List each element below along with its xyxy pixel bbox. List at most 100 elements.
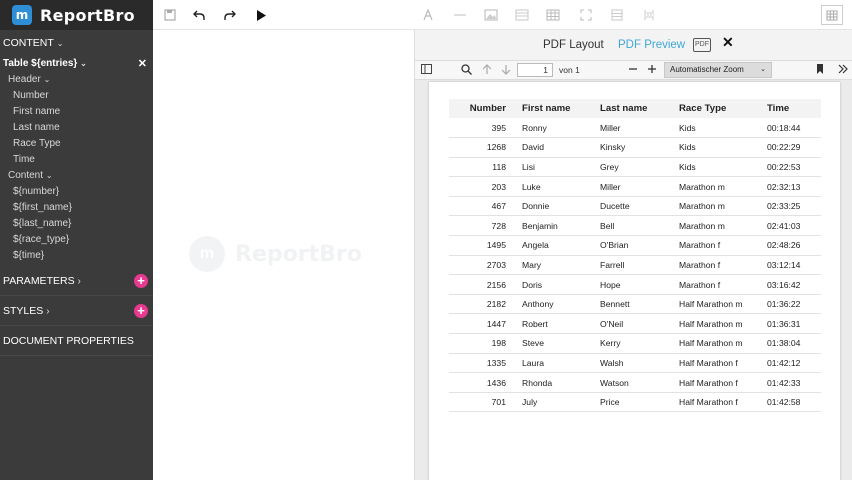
col-header-time: Time (767, 99, 821, 118)
table-row: 467 Donnie Ducette Marathon m 02:33:25 (449, 196, 821, 217)
tree-item-content-race-type[interactable]: ${race_type} (0, 232, 153, 248)
table-row: 118 Lisi Grey Kids 00:22:53 (449, 157, 821, 178)
cell-time: 01:42:58 (767, 392, 821, 413)
previous-page-icon[interactable] (482, 64, 492, 78)
cell-first-name: Rhonda (521, 372, 600, 393)
cell-last-name: Grey (600, 157, 679, 178)
zoom-select[interactable]: Automatischer Zoom ⌄ (664, 62, 772, 78)
cell-last-name: Miller (600, 118, 679, 139)
cell-number: 198 (449, 333, 521, 354)
cell-number: 395 (449, 118, 521, 139)
cell-last-name: Ducette (600, 196, 679, 217)
zoom-in-icon[interactable] (647, 64, 657, 77)
cell-time: 02:32:13 (767, 176, 821, 197)
more-tools-icon[interactable] (838, 64, 848, 77)
tree-item-content-first-name[interactable]: ${first_name} (0, 200, 153, 216)
table-row: 198 Steve Kerry Half Marathon m 01:38:04 (449, 333, 821, 354)
report-canvas[interactable]: m ReportBro (153, 30, 415, 480)
cell-time: 01:42:12 (767, 353, 821, 374)
tree-item-content-number[interactable]: ${number} (0, 184, 153, 200)
save-icon[interactable] (161, 6, 179, 24)
bar-code-element-icon[interactable] (513, 6, 531, 24)
cell-number: 2182 (449, 294, 521, 315)
close-icon[interactable]: ✕ (138, 56, 147, 72)
pdf-preview-panel: PDF Layout PDF Preview PDF ✕ 1 von 1 Aut… (415, 30, 852, 480)
table-element-icon[interactable] (544, 6, 562, 24)
table-row: 2156 Doris Hope Marathon f 03:16:42 (449, 274, 821, 295)
cell-race-type: Half Marathon f (679, 392, 767, 413)
tab-pdf-layout[interactable]: PDF Layout (543, 39, 604, 51)
reportbro-logo-icon: m (12, 5, 32, 25)
undo-icon[interactable] (190, 6, 208, 24)
zoom-out-icon[interactable] (628, 64, 638, 77)
parameters-label: PARAMETERS (3, 274, 75, 287)
styles-label: STYLES (3, 304, 44, 317)
chevron-down-icon: ⌄ (56, 38, 64, 48)
tree-item-header-race-type[interactable]: Race Type (0, 136, 153, 152)
grid-toggle-icon[interactable] (821, 5, 843, 25)
cell-first-name: Donnie (521, 196, 600, 217)
cell-race-type: Kids (679, 137, 767, 158)
frame-element-icon[interactable] (577, 6, 595, 24)
tab-pdf-preview[interactable]: PDF Preview (618, 39, 685, 51)
page-number-input[interactable]: 1 (517, 63, 553, 77)
content-section-header[interactable]: CONTENT ⌄ (0, 30, 153, 56)
bookmark-icon[interactable] (816, 64, 824, 77)
cell-number: 1447 (449, 313, 521, 335)
sidebar-toggle-icon[interactable] (421, 64, 432, 77)
page-break-element-icon[interactable] (640, 6, 658, 24)
close-preview-button[interactable]: ✕ (722, 34, 734, 51)
tree-item-table[interactable]: Table ${entries} ⌄ ✕ (0, 56, 153, 72)
cell-race-type: Marathon m (679, 196, 767, 217)
tree-item-content[interactable]: Content ⌄ (0, 168, 153, 184)
cell-race-type: Kids (679, 118, 767, 139)
run-preview-icon[interactable] (252, 6, 270, 24)
cell-last-name: Bennett (600, 294, 679, 315)
main-toolbar (153, 0, 852, 30)
tree-item-header-time[interactable]: Time (0, 152, 153, 168)
table-row: 728 Benjamin Bell Marathon m 02:41:03 (449, 215, 821, 237)
preview-tabs: PDF Layout PDF Preview PDF ✕ (415, 30, 852, 60)
table-row: 1436 Rhonda Watson Half Marathon f 01:42:33 (449, 372, 821, 393)
line-element-icon[interactable] (451, 6, 469, 24)
document-properties-section[interactable]: DOCUMENT PROPERTIES (0, 326, 153, 356)
cell-number: 1335 (449, 353, 521, 374)
col-header-last-name: Last name (600, 99, 679, 118)
cell-time: 02:41:03 (767, 215, 821, 237)
cell-number: 2703 (449, 255, 521, 276)
image-element-icon[interactable] (482, 6, 500, 24)
section-element-icon[interactable] (608, 6, 626, 24)
table-row: 701 July Price Half Marathon f 01:42:58 (449, 392, 821, 413)
cell-first-name: Lisi (521, 157, 600, 178)
tree-item-header-last-name[interactable]: Last name (0, 120, 153, 136)
pdf-download-icon[interactable]: PDF (693, 38, 711, 52)
cell-number: 467 (449, 196, 521, 217)
chevron-down-icon: ⌄ (80, 59, 87, 68)
tree-item-header-first-name[interactable]: First name (0, 104, 153, 120)
search-icon[interactable] (461, 64, 472, 78)
cell-race-type: Half Marathon m (679, 313, 767, 335)
cell-time: 01:38:04 (767, 333, 821, 354)
cell-first-name: Anthony (521, 294, 600, 315)
brand-bar: m ReportBro (0, 0, 153, 30)
tree-item-content-time[interactable]: ${time} (0, 248, 153, 264)
cell-race-type: Marathon f (679, 274, 767, 295)
add-style-button[interactable]: + (134, 303, 148, 318)
cell-number: 203 (449, 176, 521, 197)
text-element-icon[interactable] (419, 6, 437, 24)
cell-first-name: Luke (521, 176, 600, 197)
sidebar: m ReportBro CONTENT ⌄ Table ${entries} ⌄… (0, 0, 153, 480)
cell-race-type: Half Marathon f (679, 372, 767, 393)
cell-race-type: Marathon f (679, 255, 767, 276)
add-parameter-button[interactable]: + (134, 273, 148, 288)
tree-item-header[interactable]: Header ⌄ (0, 72, 153, 88)
tree-item-header-number[interactable]: Number (0, 88, 153, 104)
cell-first-name: July (521, 392, 600, 413)
race-results-table: Number First name Last name Race Type Ti… (449, 99, 821, 413)
next-page-icon[interactable] (501, 64, 511, 78)
parameters-section-header[interactable]: PARAMETERS › + (0, 266, 153, 296)
cell-time: 02:48:26 (767, 235, 821, 256)
styles-section-header[interactable]: STYLES › + (0, 296, 153, 326)
redo-icon[interactable] (221, 6, 239, 24)
tree-item-content-last-name[interactable]: ${last_name} (0, 216, 153, 232)
